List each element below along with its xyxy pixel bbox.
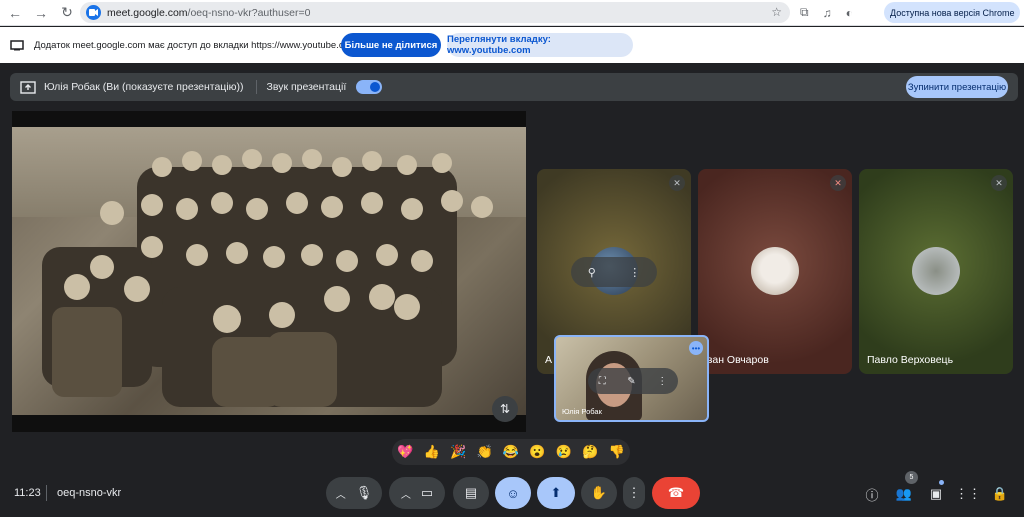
self-view-controls: ⛶ ✎ ⋮ [588, 368, 678, 394]
self-view-menu-icon[interactable]: ••• [689, 341, 703, 355]
reaction-thumbs-up[interactable]: 👍 [424, 444, 440, 460]
effects-icon[interactable]: ✎ [627, 376, 635, 387]
swap-view-button[interactable]: ⇅ [492, 396, 518, 422]
muted-mic-icon: ✕ [669, 175, 685, 191]
participant-name: Іван Овчаров [704, 354, 769, 366]
reaction-sad[interactable]: 😢 [556, 444, 572, 460]
address-bar[interactable]: meet.google.com/oeq-nsno-vkr?authuser=0 … [80, 2, 790, 23]
chat-button[interactable]: ▣ [925, 483, 947, 505]
presentation-view: ⇅ [12, 111, 526, 432]
meeting-code: oeq-nsno-vkr [57, 487, 122, 499]
pin-icon[interactable]: ⚲ [588, 266, 596, 279]
people-count-badge: 5 [905, 471, 918, 484]
captions-icon: ▤ [464, 485, 478, 500]
tile-hover-controls: ⚲ ⋮ [571, 257, 657, 287]
end-call-icon: ☎ [667, 485, 685, 500]
activities-button[interactable]: ⋮⋮ [955, 483, 981, 505]
update-label: Доступна нова версія Chrome [890, 7, 1015, 18]
chat-notification-dot [939, 480, 944, 485]
avatar [912, 247, 960, 295]
presentation-audio-label: Звук презентації [266, 81, 347, 93]
present-icon: ⬆ [550, 485, 562, 500]
forward-icon[interactable]: → [30, 2, 52, 24]
hand-icon: ✋ [590, 485, 608, 500]
participant-tile[interactable]: ✕ Іван Овчаров [698, 169, 852, 374]
divider [255, 80, 257, 94]
participant-tile[interactable]: ✕ Павло Верховець [859, 169, 1013, 374]
meeting-details-button[interactable]: ⓘ [861, 483, 883, 505]
reaction-heart[interactable]: 💖 [397, 444, 413, 460]
chevron-up-icon[interactable]: ︿ [336, 486, 346, 501]
profile-icon[interactable]: ◐ [846, 6, 853, 20]
muted-mic-icon: ✕ [830, 175, 846, 191]
browser-actions: ⧉ ♫ ◐ [800, 2, 853, 23]
divider [46, 485, 47, 501]
lock-person-icon: 🔒 [991, 486, 1009, 501]
url-host: meet.google.com [107, 6, 188, 19]
shared-photo [12, 127, 526, 415]
more-options-icon[interactable]: ⋮ [629, 266, 640, 279]
screen-share-icon [10, 39, 24, 50]
camera-icon[interactable]: ▭ [421, 485, 433, 501]
presenting-bar: Юлія Робак (Ви (показуєте презентацію)) … [10, 73, 1018, 101]
camera-control-group: ︿ ▭ [389, 477, 445, 509]
browser-toolbar: ← → ↻ meet.google.com/oeq-nsno-vkr?authu… [0, 0, 1024, 26]
self-view-name: Юлія Робак [562, 407, 602, 416]
url-path: /oeq-nsno-vkr?authuser=0 [187, 6, 311, 19]
meet-stage: Юлія Робак (Ви (показуєте презентацію)) … [0, 63, 1024, 517]
bookmark-star-icon[interactable]: ☆ [771, 5, 782, 19]
fullscreen-icon[interactable]: ⛶ [599, 376, 606, 387]
reaction-laugh[interactable]: 😂 [503, 444, 519, 460]
chat-icon: ▣ [929, 486, 943, 501]
meeting-time: 11:23 [14, 487, 41, 499]
chevron-up-icon[interactable]: ︿ [401, 486, 411, 501]
more-options-icon[interactable]: ⋮ [657, 376, 667, 387]
presentation-audio-toggle[interactable] [356, 80, 383, 94]
host-controls-button[interactable]: 🔒 [989, 483, 1011, 505]
more-options-button[interactable]: ⋮ [623, 477, 645, 509]
media-controls-icon[interactable]: ♫ [823, 6, 832, 20]
mic-control-group: ︿ 🎙 [326, 477, 382, 509]
smile-icon: ☺ [506, 485, 520, 501]
meet-site-icon [86, 5, 101, 20]
leave-call-button[interactable]: ☎ [652, 477, 700, 509]
captions-button[interactable]: ▤ [453, 477, 489, 509]
chrome-update-button[interactable]: Доступна нова версія Chrome [884, 2, 1020, 23]
reaction-clap[interactable]: 👏 [476, 444, 492, 460]
mic-icon[interactable]: 🎙 [356, 485, 373, 501]
emoji-reactions-button[interactable]: ☺ [495, 477, 531, 509]
url-text: meet.google.com/oeq-nsno-vkr?authuser=0 [107, 7, 310, 19]
reactions-bar: 💖 👍 🎉 👏 😂 😮 😢 🤔 👎 [392, 439, 630, 465]
photo-crowd-illustration [42, 149, 493, 407]
muted-mic-icon: ✕ [991, 175, 1007, 191]
apps-grid-icon: ⋮⋮ [955, 486, 981, 501]
reaction-thumbs-down[interactable]: 👎 [609, 444, 625, 460]
participant-name: А [545, 354, 553, 366]
avatar [751, 247, 799, 295]
extensions-icon[interactable]: ⧉ [800, 5, 809, 20]
back-icon[interactable]: ← [4, 2, 26, 24]
view-shared-tab-button[interactable]: Переглянути вкладку: www.youtube.com [447, 33, 633, 57]
more-vert-icon: ⋮ [627, 485, 641, 500]
stop-sharing-button[interactable]: Більше не ділитися [341, 33, 441, 57]
sharing-message: Додаток meet.google.com має доступ до вк… [34, 39, 357, 51]
reload-icon[interactable]: ↻ [56, 2, 78, 24]
presenter-label: Юлія Робак (Ви (показуєте презентацію)) [44, 81, 244, 93]
reaction-surprised[interactable]: 😮 [529, 444, 545, 460]
present-icon [20, 80, 36, 94]
people-icon: 👥 [895, 486, 913, 501]
participant-name: Павло Верховець [867, 354, 954, 366]
tab-sharing-infobar: Додаток meet.google.com має доступ до вк… [0, 27, 1024, 63]
self-view-tile[interactable]: ⛶ ✎ ⋮ ••• Юлія Робак [554, 335, 709, 422]
reaction-thinking[interactable]: 🤔 [582, 444, 598, 460]
raise-hand-button[interactable]: ✋ [581, 477, 617, 509]
stop-presenting-button[interactable]: Зупинити презентацію [906, 76, 1008, 98]
present-now-button[interactable]: ⬆ [537, 477, 575, 509]
info-icon: ⓘ [865, 487, 879, 503]
people-button[interactable]: 👥 [893, 483, 915, 505]
reaction-party[interactable]: 🎉 [450, 444, 466, 460]
